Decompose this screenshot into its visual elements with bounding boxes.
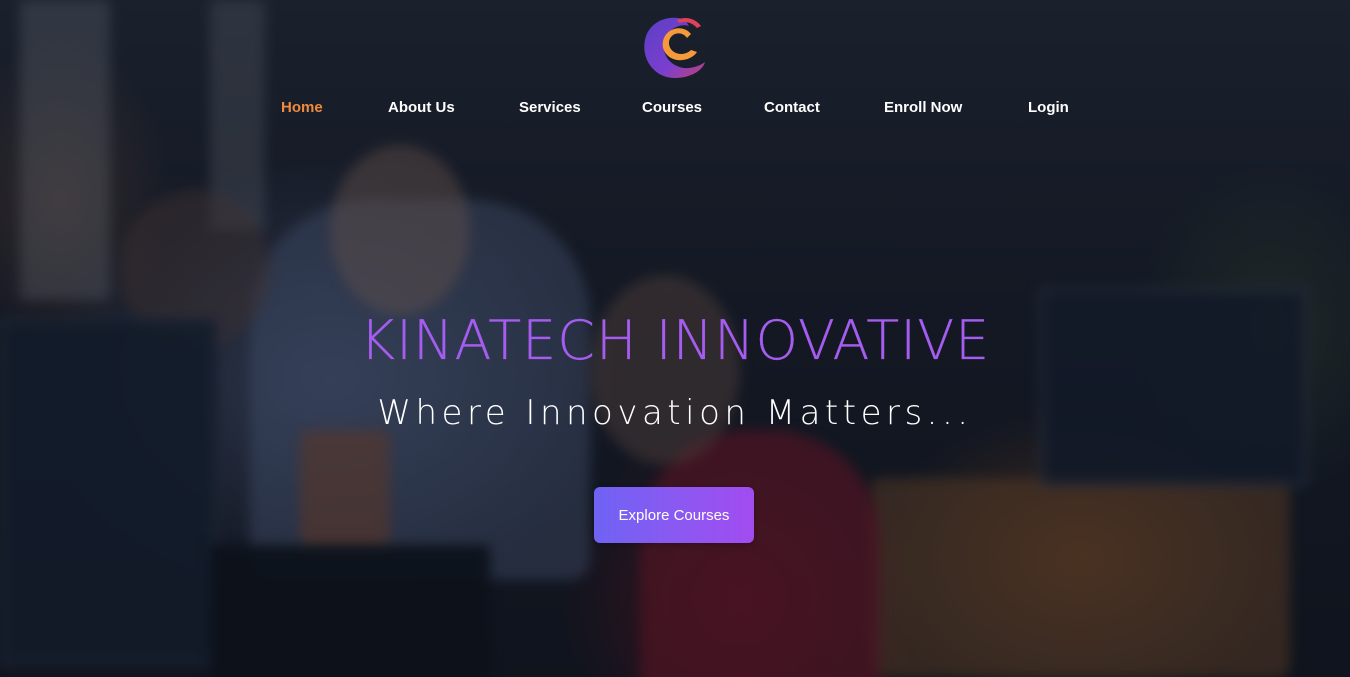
hero-subtitle: Where Innovation Matters... xyxy=(377,393,973,433)
nav-item-services[interactable]: Services xyxy=(519,96,581,120)
explore-courses-button[interactable]: Explore Courses xyxy=(594,487,754,543)
nav-item-about-us[interactable]: About Us xyxy=(388,96,455,120)
nav-item-enroll-now[interactable]: Enroll Now xyxy=(884,96,962,120)
nav-item-contact[interactable]: Contact xyxy=(764,96,820,120)
nav-item-login[interactable]: Login xyxy=(1028,96,1069,120)
nav-item-home[interactable]: Home xyxy=(281,96,323,120)
c-swirl-logo-icon[interactable] xyxy=(641,12,707,80)
nav-item-courses[interactable]: Courses xyxy=(642,96,702,120)
main-navigation: Home About Us Services Courses Contact E… xyxy=(0,96,1350,122)
hero-section: Home About Us Services Courses Contact E… xyxy=(0,0,1350,677)
hero-title: KINATECH INNOVATIVE xyxy=(359,309,991,372)
